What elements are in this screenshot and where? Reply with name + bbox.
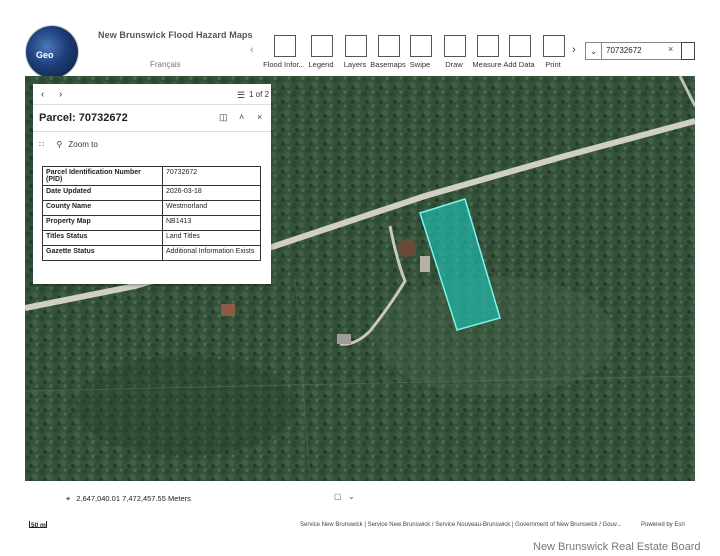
grid-icon[interactable]: ∷ [39, 140, 44, 149]
layers-icon [345, 35, 367, 57]
search-box: ⌄ × [585, 42, 682, 60]
table-row: Titles Status Land Titles [42, 230, 261, 246]
swipe-icon [410, 35, 432, 57]
crosshair-icon[interactable]: ⌖ [66, 494, 70, 503]
tool-label: Print [545, 60, 561, 69]
attribute-value: Westmorland [162, 200, 261, 216]
search-button[interactable] [681, 42, 695, 60]
attribute-value: 70732672 [162, 166, 261, 186]
toolbar-prev-icon[interactable]: ‹ [250, 44, 254, 56]
parcel-attributes-table: Parcel Identification Number (PID) 70732… [42, 166, 261, 261]
table-row: Date Updated 2026-03-18 [42, 185, 261, 201]
popup-next-icon[interactable]: › [59, 89, 62, 100]
flood-info-icon [274, 35, 296, 57]
attribute-key: Parcel Identification Number (PID) [42, 166, 163, 186]
collapse-icon[interactable]: ˄ [239, 112, 244, 122]
building [221, 304, 235, 316]
attribute-value: 2026-03-18 [162, 185, 261, 201]
geonb-logo[interactable]: Geo [26, 26, 78, 78]
attribute-key: County Name [42, 200, 163, 216]
app-title: New Brunswick Flood Hazard Maps [98, 30, 253, 40]
attribute-value: NB1413 [162, 215, 261, 231]
tool-print[interactable]: Print [533, 34, 573, 74]
coordinates-text: 2,647,040.01 7,472,457.55 Meters [76, 494, 191, 503]
attribute-value: Land Titles [162, 230, 261, 246]
attribute-key: Titles Status [42, 230, 163, 246]
building [337, 334, 351, 344]
zoom-to-button[interactable]: Zoom to [68, 140, 97, 149]
attribute-key: Gazette Status [42, 245, 163, 261]
measure-icon [477, 35, 499, 57]
add-data-icon [509, 35, 531, 57]
table-row: Gazette Status Additional Information Ex… [42, 245, 261, 261]
logo-text: Geo [36, 50, 54, 60]
map-attribution[interactable]: Service New Brunswick | Service New Brun… [300, 522, 621, 528]
popup-title: Parcel: 70732672 [39, 112, 128, 124]
clear-search-icon[interactable]: × [668, 44, 673, 54]
legend-icon [311, 35, 333, 57]
scale-label: 50 m [31, 522, 46, 529]
feature-counter: 1 of 2 [249, 90, 270, 99]
zoom-to-icon: ⚲ [56, 140, 63, 149]
table-row: Parcel Identification Number (PID) 70732… [42, 166, 261, 186]
table-row: Property Map NB1413 [42, 215, 261, 231]
coordinate-readout: ⌖ 2,647,040.01 7,472,457.55 Meters [66, 494, 191, 504]
coordinate-dropdown-icon[interactable]: ⌄ [348, 492, 355, 501]
building [420, 256, 430, 272]
search-input[interactable] [606, 44, 664, 56]
attribute-key: Date Updated [42, 185, 163, 201]
divider [33, 131, 271, 132]
app-header: Geo New Brunswick Flood Hazard Maps Fran… [0, 0, 720, 78]
draw-icon [444, 35, 466, 57]
feature-list-icon[interactable]: ☰ [237, 90, 245, 101]
basemaps-icon [378, 35, 400, 57]
coordinate-system-icon[interactable]: ▢ [334, 492, 342, 501]
watermark: New Brunswick Real Estate Board [533, 541, 701, 553]
toolbar-next-icon[interactable]: › [572, 44, 576, 56]
divider [33, 104, 271, 105]
parcel-popup: ‹ › ☰ 1 of 2 Parcel: 70732672 ◫ ˄ × ∷ ⚲ … [33, 84, 271, 284]
search-source-dropdown[interactable]: ⌄ [586, 43, 602, 59]
dock-icon[interactable]: ◫ [219, 112, 228, 123]
language-link[interactable]: Français [150, 60, 181, 69]
print-icon [543, 35, 565, 57]
table-row: County Name Westmorland [42, 200, 261, 216]
attribute-key: Property Map [42, 215, 163, 231]
building [398, 239, 416, 257]
popup-actions: ∷ ⚲ Zoom to [39, 140, 102, 149]
close-icon[interactable]: × [257, 112, 262, 122]
powered-by-esri[interactable]: Powered by Esri [641, 522, 685, 528]
popup-prev-icon[interactable]: ‹ [41, 89, 44, 100]
attribute-value: Additional Information Exists [162, 245, 261, 261]
